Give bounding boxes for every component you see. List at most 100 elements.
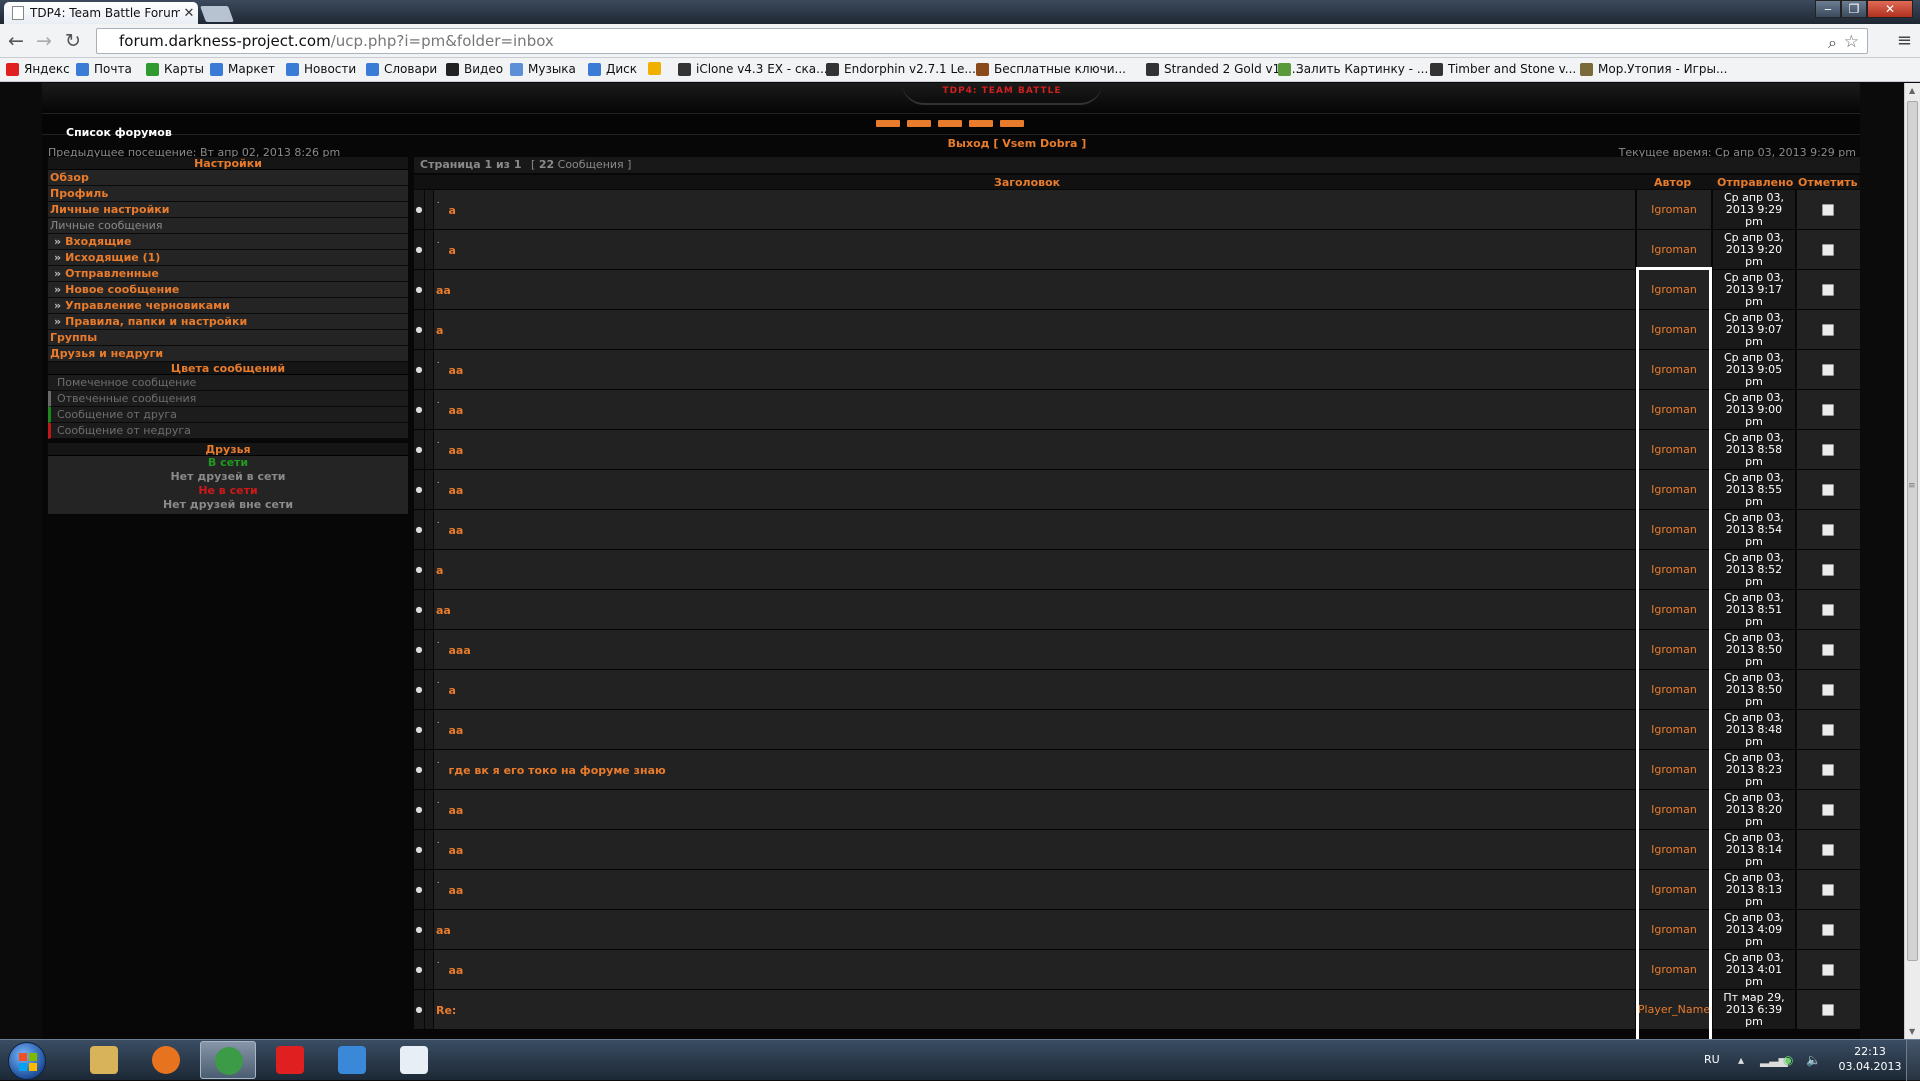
taskbar-app-firefox[interactable] xyxy=(138,1041,194,1079)
scroll-down-icon[interactable]: ▼ xyxy=(1909,1027,1915,1036)
subject-link[interactable]: аа xyxy=(449,884,464,897)
author-link[interactable]: Igroman xyxy=(1637,630,1711,669)
bookmark-item[interactable]: Timber and Stone v... xyxy=(1430,62,1576,76)
mark-checkbox[interactable] xyxy=(1822,204,1834,216)
author-link[interactable]: Igroman xyxy=(1637,750,1711,789)
mark-checkbox[interactable] xyxy=(1822,564,1834,576)
subject-link[interactable]: аа xyxy=(449,444,464,457)
author-link[interactable]: Igroman xyxy=(1637,310,1711,349)
show-desktop-button[interactable] xyxy=(1906,1040,1920,1081)
back-arrow-icon[interactable]: ← xyxy=(5,30,27,52)
top-menu-button[interactable] xyxy=(1000,120,1024,127)
mark-checkbox[interactable] xyxy=(1822,524,1834,536)
sidebar-item[interactable]: » Управление черновиками xyxy=(48,298,408,314)
scroll-up-icon[interactable]: ▲ xyxy=(1909,86,1915,95)
bookmark-item[interactable]: Музыка xyxy=(510,62,576,76)
subject-link[interactable]: аа xyxy=(436,604,451,617)
network-icon[interactable]: ◉ xyxy=(1783,1053,1793,1067)
mark-checkbox[interactable] xyxy=(1822,444,1834,456)
column-author[interactable]: Автор xyxy=(1654,176,1691,189)
bookmark-item[interactable] xyxy=(648,62,666,75)
forum-logo[interactable]: TDP4: TEAM BATTLE xyxy=(892,86,1112,100)
start-button[interactable] xyxy=(8,1042,46,1080)
author-link[interactable]: Igroman xyxy=(1637,950,1711,989)
author-link[interactable]: Igroman xyxy=(1637,470,1711,509)
author-link[interactable]: Igroman xyxy=(1637,550,1711,589)
bookmark-item[interactable]: Маркет xyxy=(210,62,275,76)
sidebar-item[interactable]: Личные настройки xyxy=(48,202,408,218)
sidebar-item[interactable]: Обзор xyxy=(48,170,408,186)
mark-checkbox[interactable] xyxy=(1822,404,1834,416)
subject-link[interactable]: аа xyxy=(436,924,451,937)
volume-icon[interactable]: 🔈 xyxy=(1806,1053,1821,1067)
top-menu-button[interactable] xyxy=(969,120,993,127)
sidebar-item[interactable]: Группы xyxy=(48,330,408,346)
sidebar-item[interactable]: Друзья и недруги xyxy=(48,346,408,362)
top-menu-button[interactable] xyxy=(876,120,900,127)
author-link[interactable]: Igroman xyxy=(1637,830,1711,869)
author-link[interactable]: Igroman xyxy=(1637,710,1711,749)
bookmark-star-icon[interactable]: ☆ xyxy=(1844,30,1859,54)
bookmark-item[interactable]: Яндекс xyxy=(6,62,70,76)
sidebar-item[interactable]: » Исходящие (1) xyxy=(48,250,408,266)
mark-checkbox[interactable] xyxy=(1822,284,1834,296)
author-link[interactable]: Igroman xyxy=(1637,390,1711,429)
bookmark-item[interactable]: Словари xyxy=(366,62,437,76)
close-window-button[interactable]: ✕ xyxy=(1867,0,1913,18)
subject-link[interactable]: аа xyxy=(449,724,464,737)
mark-checkbox[interactable] xyxy=(1822,804,1834,816)
author-link[interactable]: Igroman xyxy=(1637,670,1711,709)
logout-link[interactable]: Выход [ Vsem Dobra ] xyxy=(892,137,1142,150)
sidebar-item[interactable]: » Отправленные xyxy=(48,266,408,282)
mark-checkbox[interactable] xyxy=(1822,724,1834,736)
bookmark-item[interactable]: iClone v4.3 EX - ска... xyxy=(678,62,828,76)
author-link[interactable]: Igroman xyxy=(1637,430,1711,469)
mark-checkbox[interactable] xyxy=(1822,684,1834,696)
author-link[interactable]: Igroman xyxy=(1637,510,1711,549)
author-link[interactable]: Igroman xyxy=(1637,270,1711,309)
bookmark-item[interactable]: Бесплатные ключи... xyxy=(976,62,1126,76)
taskbar-app-sound[interactable] xyxy=(324,1041,380,1079)
subject-link[interactable]: аа xyxy=(449,364,464,377)
bookmark-item[interactable]: Диск xyxy=(588,62,637,76)
bookmark-item[interactable]: Залить Картинку - ... xyxy=(1278,62,1428,76)
top-menu-button[interactable] xyxy=(938,120,962,127)
mark-checkbox[interactable] xyxy=(1822,244,1834,256)
subject-link[interactable]: аа xyxy=(449,964,464,977)
column-sent[interactable]: Отправлено xyxy=(1717,176,1793,189)
scrollbar-thumb[interactable] xyxy=(1907,101,1918,961)
bookmark-item[interactable]: Почта xyxy=(76,62,132,76)
author-link[interactable]: Igroman xyxy=(1637,350,1711,389)
subject-link[interactable]: ааа xyxy=(449,644,471,657)
maximize-button[interactable]: ❐ xyxy=(1841,0,1867,18)
search-icon[interactable]: ⌕ xyxy=(1828,31,1837,55)
new-tab-button[interactable] xyxy=(200,6,234,22)
reload-icon[interactable]: ↻ xyxy=(62,30,84,52)
author-link[interactable]: Igroman xyxy=(1637,870,1711,909)
top-menu-button[interactable] xyxy=(907,120,931,127)
mark-checkbox[interactable] xyxy=(1822,324,1834,336)
tab-close-icon[interactable]: ✕ xyxy=(180,6,198,21)
subject-link[interactable]: а xyxy=(436,564,443,577)
subject-link[interactable]: a xyxy=(449,244,456,257)
forum-list-link[interactable]: Список форумов xyxy=(66,126,172,139)
bookmark-item[interactable]: Новости xyxy=(286,62,356,76)
author-link[interactable]: Igroman xyxy=(1637,230,1711,269)
subject-link[interactable]: а xyxy=(436,324,443,337)
subject-link[interactable]: аа xyxy=(449,524,464,537)
author-link[interactable]: Igroman xyxy=(1637,910,1711,949)
address-bar[interactable]: forum.darkness-project.com/ucp.php?i=pm&… xyxy=(96,28,1868,54)
subject-link[interactable]: где вк я его токо на форуме знаю xyxy=(449,764,666,777)
mark-checkbox[interactable] xyxy=(1822,924,1834,936)
subject-link[interactable]: а xyxy=(449,684,456,697)
mark-checkbox[interactable] xyxy=(1822,644,1834,656)
sidebar-item[interactable]: » Правила, папки и настройки xyxy=(48,314,408,330)
tray-expand-icon[interactable]: ▴ xyxy=(1738,1053,1744,1067)
sidebar-item[interactable]: Профиль xyxy=(48,186,408,202)
system-clock[interactable]: 22:13 03.04.2013 xyxy=(1836,1044,1904,1074)
forward-arrow-icon[interactable]: → xyxy=(33,30,55,52)
mark-checkbox[interactable] xyxy=(1822,884,1834,896)
author-link[interactable]: Igroman xyxy=(1637,590,1711,629)
sidebar-item[interactable]: » Новое сообщение xyxy=(48,282,408,298)
minimize-button[interactable]: ‒ xyxy=(1815,0,1841,18)
